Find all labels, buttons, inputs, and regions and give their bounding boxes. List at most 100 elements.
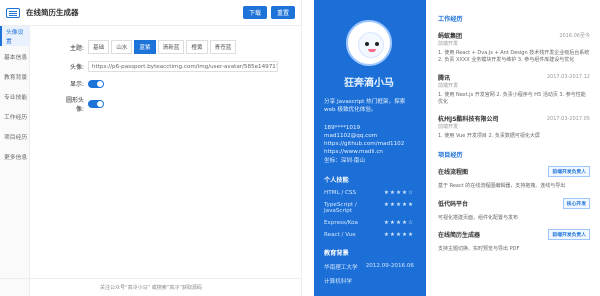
contacts: 189****1019 mad1102@qq.com https://githu… bbox=[324, 124, 414, 165]
skill-row: TypeScript / JavaScript ★★★★★ bbox=[324, 202, 414, 214]
sidebar-item-work[interactable]: 工作经历 bbox=[0, 106, 29, 126]
work-desc: 1. 使用 Next.js 开发官网 2. 负责小程序与 H5 活动页 3. 参… bbox=[438, 91, 586, 105]
contact-github: https://github.com/mad1102 bbox=[324, 141, 405, 148]
theme-chip[interactable]: 基础 bbox=[88, 40, 110, 54]
sidebar-item-education[interactable]: 教育背景 bbox=[0, 66, 29, 86]
contact-site: https://www.madli.cn bbox=[324, 149, 383, 156]
project-desc: 支持主题切换、实时预览与导出 PDF bbox=[438, 245, 520, 252]
sidebar-item-label: 教育背景 bbox=[4, 74, 28, 81]
education-major-text: 计算机科学 bbox=[324, 278, 352, 285]
skill-stars: ★★★★★ bbox=[383, 231, 414, 238]
skill-row: HTML / CSS ★★★★☆ bbox=[324, 190, 414, 196]
theme-row: 主题: 基础 山水 蓝紫 清新蓝 橙黄 青苍蓝 bbox=[60, 40, 302, 54]
avatar-url-row: 头像: https://p6-passport.byteacctimg.com/… bbox=[60, 61, 302, 72]
work-company: 杭州JS酷科技有限公司 bbox=[438, 116, 499, 123]
show-label: 显示: bbox=[69, 81, 84, 88]
education-date: 2012.09-2016.06 bbox=[365, 262, 414, 269]
work-date: 2017.03-2017.05 bbox=[546, 115, 590, 122]
app-root: 在线简历生成器 下载 重置 头像设置 基本信息 教育背景 专业技能 工作经历 项… bbox=[0, 0, 600, 296]
round-avatar-label: 圆形头像: bbox=[65, 97, 84, 113]
skill-name: HTML / CSS bbox=[324, 189, 357, 196]
avatar-label: 头像: bbox=[69, 64, 84, 71]
project-name: 低代码平台 bbox=[438, 200, 469, 208]
download-button[interactable]: 下载 bbox=[242, 6, 267, 19]
contact-phone: 189****1019 bbox=[324, 125, 361, 132]
project-tag: 核心开发 bbox=[562, 197, 590, 209]
skill-name: TypeScript / JavaScript bbox=[324, 201, 357, 214]
show-row: 显示: bbox=[60, 79, 302, 88]
skill-row: React / Vue ★★★★★ bbox=[324, 232, 414, 238]
resume-preview: 狂奔滴小马 分享 Javascript 热门框架，探索 web 极致优化体验。 … bbox=[314, 0, 600, 296]
sidebar-item-skills[interactable]: 专业技能 bbox=[0, 86, 29, 106]
sidebar-item-projects[interactable]: 项目经历 bbox=[0, 126, 29, 146]
work-item: 杭州JS酷科技有限公司 2017.03-2017.05 前端开发 1. 使用 V… bbox=[438, 114, 590, 140]
avatar-url-input[interactable]: https://p6-passport.byteacctimg.com/img/… bbox=[88, 61, 278, 72]
resume-motto: 分享 Javascript 热门框架，探索 web 极致优化体验。 bbox=[324, 99, 406, 113]
project-head: 在线简历生成器 前端开发负责人 bbox=[438, 228, 590, 240]
work-company: 蚂蚁集团 bbox=[438, 33, 463, 40]
divider-gap bbox=[302, 0, 314, 296]
skill-stars: ★★★★☆ bbox=[383, 189, 414, 196]
sidebar-item-label: 项目经历 bbox=[4, 134, 28, 141]
sidebar-item-label: 工作经历 bbox=[4, 114, 28, 121]
education-row: 华南理工大学 2012.09-2016.06 bbox=[324, 263, 414, 271]
sidebar-item-label: 专业技能 bbox=[4, 94, 28, 101]
sidebar: 头像设置 基本信息 教育背景 专业技能 工作经历 项目经历 更多信息 bbox=[0, 26, 30, 296]
skill-name: React / Vue bbox=[324, 231, 356, 238]
show-toggle[interactable] bbox=[88, 79, 104, 88]
footer-note: 关注公众号“高冷小马” 或搜索“高冷”获取源码 bbox=[0, 278, 302, 296]
work-company-row: 杭州JS酷科技有限公司 2017.03-2017.05 bbox=[438, 114, 590, 124]
resume-name: 狂奔滴小马 bbox=[344, 78, 394, 89]
app-logo-icon bbox=[6, 7, 20, 18]
top-actions: 下载 重置 bbox=[242, 6, 295, 19]
theme-chip[interactable]: 橙黄 bbox=[186, 40, 208, 54]
project-name: 在线简历生成器 bbox=[438, 231, 481, 239]
skill-name: Express/Koa bbox=[324, 219, 358, 226]
reset-button[interactable]: 重置 bbox=[270, 6, 295, 19]
theme-chip[interactable]: 青苍蓝 bbox=[209, 40, 237, 54]
project-head: 低代码平台 核心开发 bbox=[438, 197, 590, 209]
theme-chip-active[interactable]: 蓝紫 bbox=[134, 40, 156, 54]
avatar bbox=[346, 20, 392, 66]
work-title: 工作经历 bbox=[438, 16, 463, 23]
project-desc: 可视化搭建页面，组件化配置与发布 bbox=[438, 214, 519, 221]
sidebar-item-more[interactable]: 更多信息 bbox=[0, 146, 29, 166]
project-desc: 基于 React 的在线流程图编辑器，支持拖拽、连线与导出 bbox=[438, 183, 566, 190]
theme-chip[interactable]: 山水 bbox=[111, 40, 133, 54]
education-major: 计算机科学 bbox=[324, 277, 414, 285]
editor-content: 主题: 基础 山水 蓝紫 清新蓝 橙黄 青苍蓝 头像: https://p6-p… bbox=[32, 26, 302, 276]
contact-email: mad1102@qq.com bbox=[324, 133, 378, 140]
work-desc: 1. 使用 Vue 开发项目 2. 负责数据可视化大屏 bbox=[438, 133, 540, 139]
work-desc: 1. 使用 React + Dva.js + Ant Design 技术栈开发企… bbox=[438, 50, 590, 64]
theme-chip[interactable]: 清新蓝 bbox=[157, 40, 185, 54]
project-name: 在线流程图 bbox=[438, 169, 469, 177]
resume-right-column: 工作经历 蚂蚁集团 2016.06至今 前端开发 1. 使用 React + D… bbox=[426, 0, 600, 296]
skills-title: 个人技能 bbox=[324, 176, 349, 184]
skill-row: Express/Koa ★★★★☆ bbox=[324, 220, 414, 226]
sidebar-item-basic[interactable]: 基本信息 bbox=[0, 46, 29, 66]
work-date: 2017.03-2017.12 bbox=[546, 74, 590, 80]
contact-location: 坐标：深圳·南山 bbox=[324, 157, 365, 164]
work-company: 腾讯 bbox=[438, 74, 451, 82]
work-role: 前端开发 bbox=[438, 124, 459, 130]
sidebar-item-label: 头像设置 bbox=[6, 30, 24, 45]
project-tag: 前端开发负责人 bbox=[548, 228, 590, 240]
work-item: 腾讯 2017.03-2017.12 前端开发 1. 使用 Next.js 开发… bbox=[438, 73, 590, 107]
work-role: 前端开发 bbox=[438, 82, 459, 89]
work-company-row: 蚂蚁集团 2016.06至今 bbox=[438, 31, 590, 40]
sidebar-item-avatar[interactable]: 头像设置 bbox=[0, 26, 29, 46]
education-school: 华南理工大学 bbox=[324, 264, 358, 271]
work-date: 2016.06至今 bbox=[559, 33, 590, 39]
work-company-row: 腾讯 2017.03-2017.12 bbox=[438, 73, 590, 82]
round-avatar-toggle[interactable] bbox=[88, 100, 104, 108]
avatar-face-icon bbox=[358, 32, 384, 58]
watermark: 知乎 @狂奔滴小马 bbox=[491, 263, 592, 277]
sidebar-item-label: 基本信息 bbox=[4, 54, 28, 61]
skill-stars: ★★★★★ bbox=[383, 201, 414, 208]
top-bar: 在线简历生成器 下载 重置 bbox=[0, 0, 301, 26]
project-tag: 前端开发负责人 bbox=[548, 166, 590, 178]
education-title: 教育背景 bbox=[324, 249, 349, 257]
sidebar-item-label: 更多信息 bbox=[4, 154, 28, 161]
project-head: 在线流程图 前端开发负责人 bbox=[438, 166, 590, 178]
resume-left-column: 狂奔滴小马 分享 Javascript 热门框架，探索 web 极致优化体验。 … bbox=[314, 0, 424, 296]
